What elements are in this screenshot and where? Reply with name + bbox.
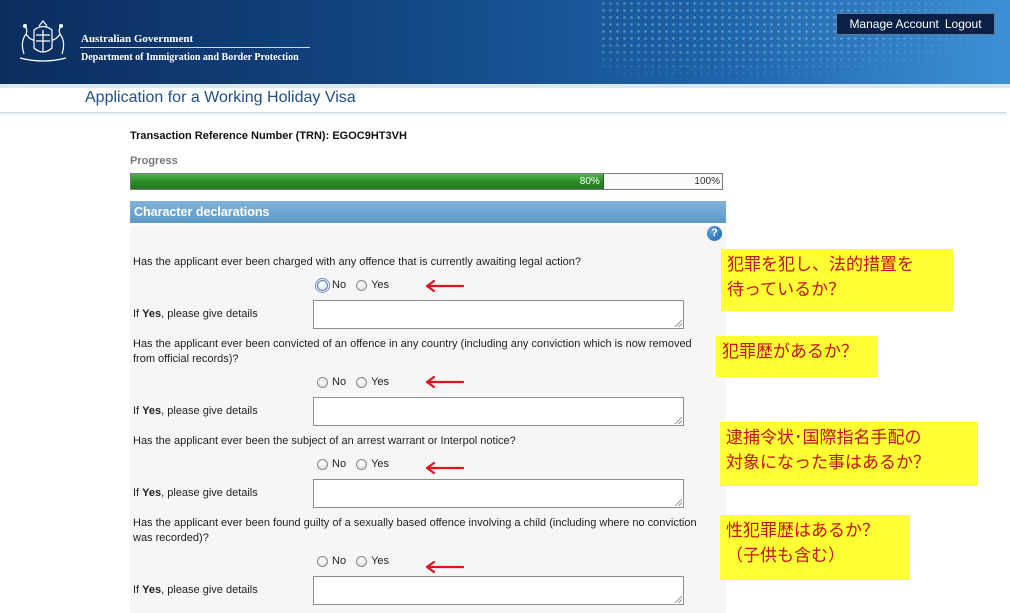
- question-3-options: No Yes: [317, 458, 399, 470]
- annotation-note-4: 性犯罪歴はあるか？ （子供も含む）: [720, 515, 910, 580]
- annotation-note-2: 犯罪歴があるか？: [716, 336, 878, 377]
- question-1-details-label: If Yes, please give details: [133, 308, 258, 320]
- logout-link[interactable]: Logout: [945, 17, 982, 31]
- manage-account-link[interactable]: Manage Account: [849, 17, 938, 31]
- annotation-arrow-3: [426, 462, 464, 474]
- question-4-options: No Yes: [317, 555, 399, 567]
- question-1-no-label: No: [332, 279, 347, 291]
- question-1-options: No Yes: [315, 277, 399, 293]
- trn-label: Transaction Reference Number (TRN): EGOC…: [130, 130, 407, 142]
- question-1-yes-radio[interactable]: [356, 279, 368, 291]
- annotation-arrow-4: [426, 561, 464, 573]
- question-2-yes-label: Yes: [371, 376, 390, 388]
- question-1-details-textarea[interactable]: [313, 300, 684, 329]
- question-4: Has the applicant ever been found guilty…: [133, 517, 697, 544]
- section-header: Character declarations: [130, 201, 726, 223]
- coat-of-arms-logo: [19, 20, 67, 62]
- question-4-details-textarea[interactable]: [313, 576, 684, 605]
- annotation-note-3-line-2: 対象になった事はあるか？: [726, 453, 930, 473]
- annotation-note-1-line-2: 待っているか？: [727, 280, 846, 300]
- title-divider: [0, 112, 1006, 116]
- annotation-note-2-text: 犯罪歴があるか？: [722, 342, 858, 362]
- progress-label: Progress: [130, 155, 178, 167]
- question-3-details-textarea[interactable]: [313, 479, 684, 508]
- help-icon[interactable]: ?: [707, 226, 722, 241]
- question-4-yes-label: Yes: [371, 555, 390, 567]
- question-2-details-label: If Yes, please give details: [133, 405, 258, 417]
- question-4-no-radio[interactable]: [317, 555, 328, 567]
- annotation-arrow-1: [426, 280, 464, 292]
- banner-strip: [0, 84, 1010, 88]
- question-2-details-textarea[interactable]: [313, 397, 684, 426]
- divider: [80, 47, 310, 48]
- question-2: Has the applicant ever been convicted of…: [133, 338, 692, 365]
- question-2-yes-radio[interactable]: [356, 376, 368, 388]
- question-3: Has the applicant ever been the subject …: [133, 435, 516, 447]
- question-2-options: No Yes: [317, 376, 399, 388]
- question-3-details-label: If Yes, please give details: [133, 487, 258, 499]
- progress-fill: [131, 174, 604, 189]
- government-name: Australian Government: [81, 33, 194, 45]
- annotation-note-4-line-1: 性犯罪歴はあるか？: [726, 521, 879, 541]
- question-4-no-label: No: [332, 555, 347, 567]
- annotation-note-1: 犯罪を犯し、法的措置を 待っているか？: [721, 249, 953, 311]
- annotation-note-1-line-1: 犯罪を犯し、法的措置を: [727, 255, 914, 275]
- annotation-arrow-2: [426, 376, 464, 388]
- annotation-note-3: 逮捕令状･国際指名手配の 対象になった事はあるか？: [720, 422, 978, 486]
- question-3-yes-label: Yes: [371, 458, 390, 470]
- page-title: Application for a Working Holiday Visa: [85, 89, 356, 106]
- question-2-no-radio[interactable]: [317, 376, 328, 388]
- annotation-note-4-line-2: （子供も含む）: [726, 546, 845, 566]
- question-3-no-radio[interactable]: [317, 458, 328, 470]
- header-banner: Australian Government Department of Immi…: [0, 0, 1010, 84]
- question-4-details-label: If Yes, please give details: [133, 584, 258, 596]
- question-1: Has the applicant ever been charged with…: [133, 256, 582, 268]
- department-name: Department of Immigration and Border Pro…: [81, 52, 299, 63]
- annotation-note-3-line-1: 逮捕令状･国際指名手配の: [726, 428, 922, 448]
- progress-max-label: 100%: [694, 176, 720, 187]
- progress-current-label: 80%: [579, 176, 600, 187]
- account-menu: Manage Account Logout: [836, 13, 995, 35]
- question-3-no-label: No: [332, 458, 347, 470]
- progress-bar: 80% 100%: [130, 173, 723, 190]
- question-4-yes-radio[interactable]: [356, 555, 368, 567]
- question-2-no-label: No: [332, 376, 347, 388]
- question-3-yes-radio[interactable]: [356, 458, 368, 470]
- question-1-no-radio[interactable]: [315, 277, 330, 293]
- question-1-yes-label: Yes: [371, 279, 390, 291]
